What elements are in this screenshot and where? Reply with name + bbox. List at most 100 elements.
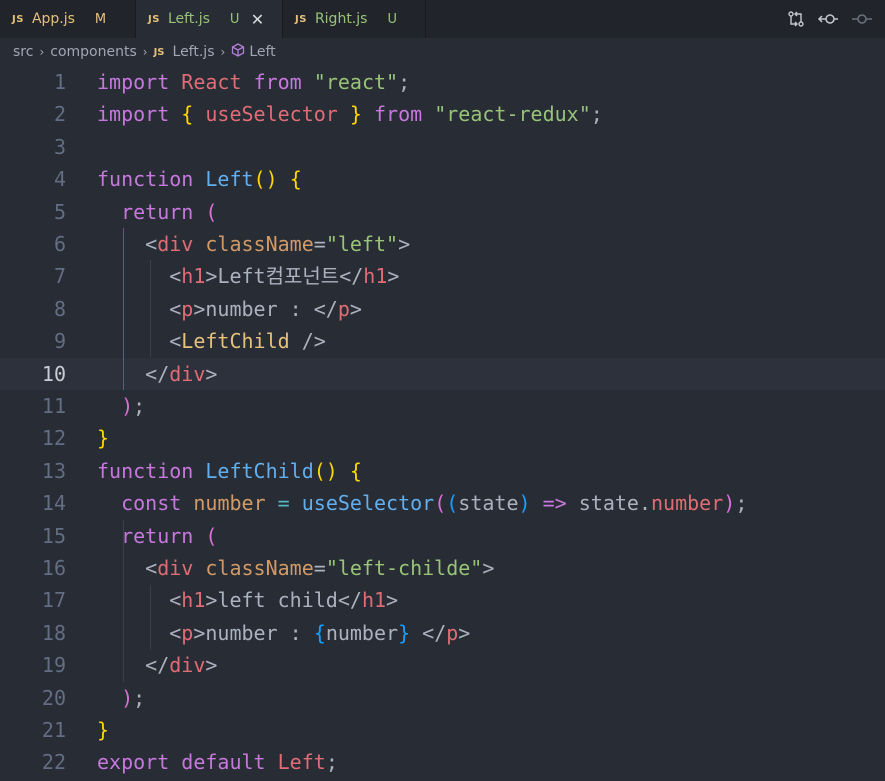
symbol-cube-icon [231,43,245,61]
code-line[interactable]: 6 <div className="left"> [0,228,885,260]
code-line[interactable]: 14 const number = useSelector((state) =>… [0,487,885,519]
code-line[interactable]: 7 <h1>Left컴포넌트</h1> [0,260,885,292]
code-line[interactable]: 1 import React from "react"; [0,66,885,98]
line-number: 21 [41,718,66,742]
code-token: "react-redux" [434,102,591,127]
go-forward-commit-icon[interactable] [851,10,873,28]
breadcrumb-separator: › [39,45,45,59]
code-text: <LeftChild /> [97,325,326,357]
code-line[interactable]: 4 function Left() { [0,163,885,195]
code-line[interactable]: 13 function LeftChild() { [0,455,885,487]
code-token: div [157,556,194,580]
code-token: div [157,232,194,256]
code-token: < [169,329,182,354]
code-text: } [97,714,109,746]
code-token: useSelector [301,491,435,516]
code-line[interactable]: 20 ); [0,682,885,714]
code-token: </ [313,296,338,321]
code-token: number [651,491,724,516]
code-line[interactable]: 9 <LeftChild /> [0,325,885,357]
breadcrumb-symbol[interactable]: Left [249,44,275,60]
code-line[interactable]: 19 </div> [0,649,885,681]
code-text: ); [97,682,145,714]
code-token: state [458,491,519,516]
code-token: } [97,426,110,451]
code-line[interactable]: 16 <div className="left-childe"> [0,552,885,584]
code-token: const [121,491,182,516]
code-line[interactable]: 18 <p>number : {number} </p> [0,617,885,649]
code-editor[interactable]: 22 export default Left; 21} 20 ); 19 </div> 1… [0,66,885,781]
code-token: function [97,458,194,483]
code-token: React [181,70,242,94]
code-line[interactable]: 10 </div> [0,357,885,390]
line-number: 12 [41,426,66,451]
breadcrumb-separator: › [142,45,148,59]
code-token: h1 [181,264,206,289]
line-number: 10 [41,361,66,386]
code-token: "react" [313,70,399,94]
code-token: Left컴포넌트 [217,264,340,289]
code-line[interactable]: 15 return ( [0,520,885,552]
code-token: { [313,620,326,645]
close-icon[interactable]: ✕ [249,10,265,29]
code-line[interactable]: 5 return ( [0,196,885,228]
code-token: number [325,620,399,645]
code-token: export [97,750,170,775]
code-token: </ [145,653,170,678]
code-token: ; [133,685,146,710]
code-token: state [578,491,639,516]
open-changes-icon[interactable] [787,10,805,28]
code-line[interactable]: 8 <p>number : </p> [0,293,885,325]
code-token: } [349,102,362,127]
code-token: > [386,588,399,613]
code-token: ; [735,491,748,516]
code-text: import React from "react"; [97,66,410,98]
indent-guide [123,228,124,390]
tab-left-js[interactable]: JS Left.js U ✕ [136,0,283,38]
tab-label: Left.js [167,11,210,27]
breadcrumb-components[interactable]: components [50,44,137,60]
line-number: 7 [53,264,66,289]
code-token: "left" [325,232,399,256]
tab-label: Right.js [314,11,368,27]
code-line[interactable]: 17 <h1>left child</h1> [0,584,885,616]
code-token: < [169,264,182,289]
code-token: p [446,620,459,645]
code-text: return ( [97,196,217,228]
code-line[interactable]: 22 export default Left; [0,746,885,778]
tab-right-js[interactable]: JS Right.js U [283,0,426,38]
code-line[interactable]: 21} [0,714,885,746]
code-token: LeftChild [205,458,314,483]
code-text: </div> [97,358,217,390]
code-token: > [205,588,218,613]
go-back-commit-icon[interactable] [817,10,839,28]
code-token: h1 [361,588,387,613]
code-line[interactable]: 3 [0,131,885,163]
code-token: = [313,556,326,580]
code-line[interactable]: 11 ); [0,390,885,422]
code-line[interactable]: 12} [0,422,885,454]
breadcrumb-file[interactable]: Left.js [173,44,215,60]
code-token: ( [446,491,459,516]
code-token: h1 [363,264,388,289]
code-token: p [337,296,350,321]
code-token: p [181,620,194,645]
tab-app-js[interactable]: JS App.js M [0,0,136,38]
code-token: import [97,70,170,94]
code-token: return [121,199,194,224]
code-line[interactable]: 2 import { useSelector } from "react-redu… [0,98,885,130]
breadcrumb-src[interactable]: src [13,44,33,60]
